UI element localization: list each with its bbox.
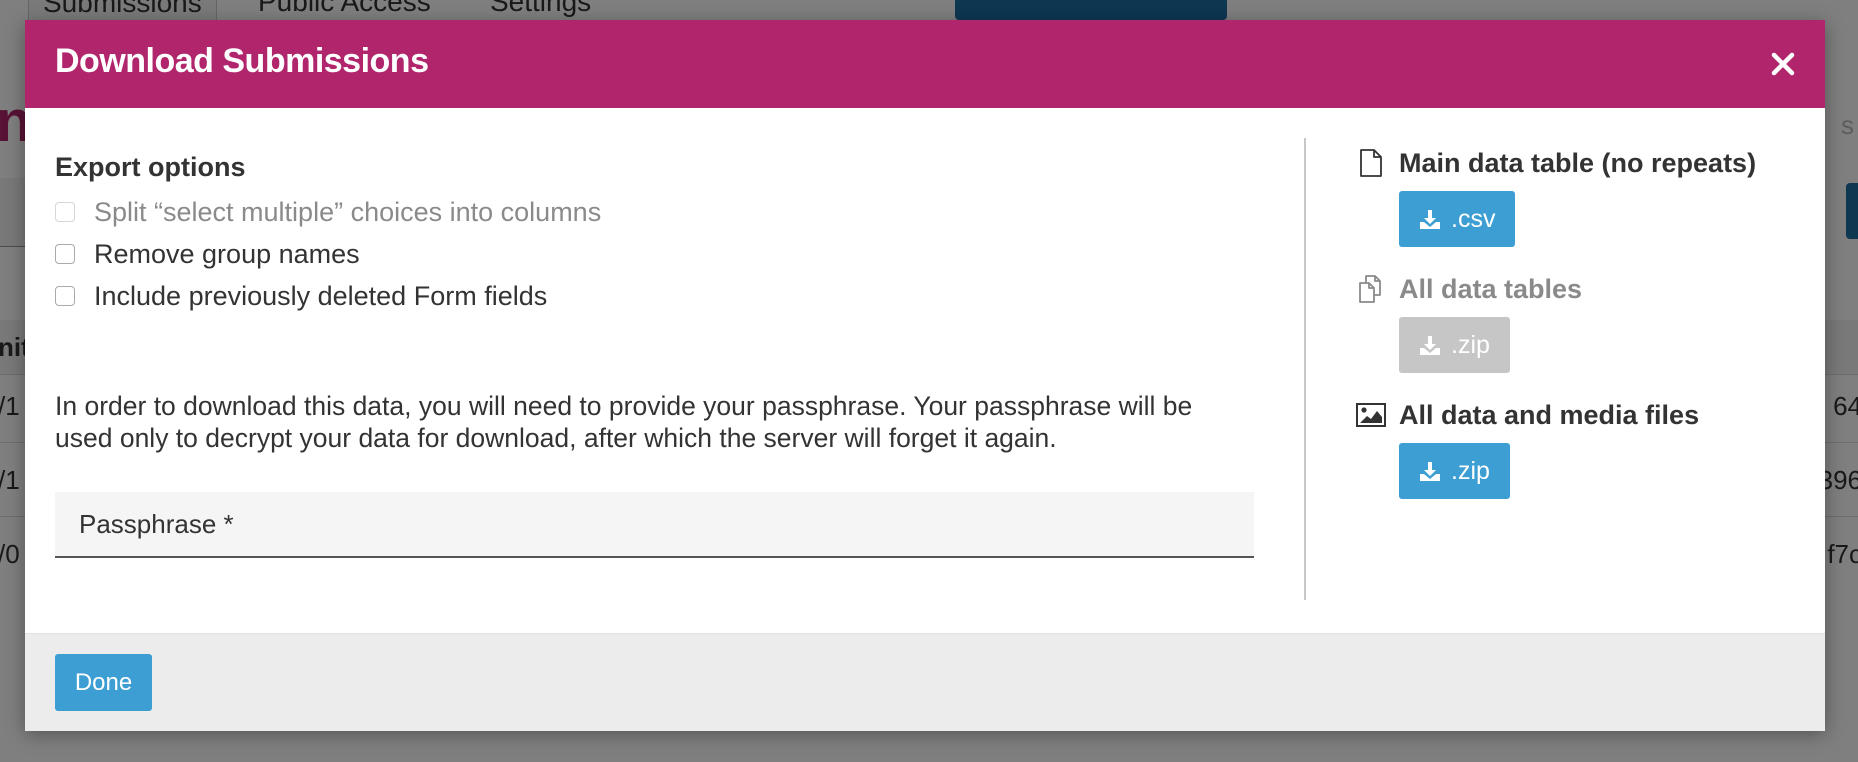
- split-select-multiple-option[interactable]: Split “select multiple” choices into col…: [55, 195, 601, 229]
- passphrase-info-text: In order to download this data, you will…: [55, 391, 1193, 453]
- download-media-zip-label: .zip: [1451, 456, 1490, 485]
- include-deleted-fields-checkbox[interactable]: [55, 286, 75, 306]
- export-options-heading: Export options: [55, 152, 246, 182]
- modal-footer: Done: [25, 633, 1825, 731]
- download-submissions-modal: Download Submissions Export options Spli…: [25, 20, 1825, 731]
- include-deleted-fields-label: Include previously deleted Form fields: [94, 280, 548, 311]
- all-data-tables-option: All data tables .zip: [1355, 269, 1582, 373]
- download-csv-label: .csv: [1451, 204, 1496, 233]
- modal-body: Export options Split “select multiple” c…: [25, 108, 1825, 653]
- all-data-media-option: All data and media files .zip: [1355, 395, 1699, 499]
- download-csv-button[interactable]: .csv: [1399, 191, 1516, 247]
- image-icon: [1356, 403, 1386, 427]
- close-button[interactable]: [1769, 50, 1797, 78]
- download-media-zip-button[interactable]: .zip: [1399, 443, 1510, 499]
- main-data-table-title: Main data table (no repeats): [1399, 147, 1757, 178]
- remove-group-names-checkbox[interactable]: [55, 244, 75, 264]
- modal-title: Download Submissions: [55, 42, 429, 80]
- passphrase-input[interactable]: [55, 492, 1254, 558]
- modal-header: Download Submissions: [25, 20, 1825, 108]
- download-tables-zip-button[interactable]: .zip: [1399, 317, 1510, 373]
- split-select-multiple-label: Split “select multiple” choices into col…: [94, 196, 602, 227]
- download-icon: [1420, 210, 1440, 229]
- vertical-divider: [1304, 138, 1306, 600]
- files-icon: [1359, 275, 1381, 303]
- remove-group-names-option[interactable]: Remove group names: [55, 237, 360, 271]
- download-icon: [1420, 336, 1440, 355]
- close-icon: [1771, 52, 1795, 76]
- main-data-table-option: Main data table (no repeats) .csv: [1355, 143, 1756, 247]
- split-select-multiple-checkbox[interactable]: [55, 202, 75, 222]
- remove-group-names-label: Remove group names: [94, 238, 360, 269]
- done-button[interactable]: Done: [55, 654, 152, 711]
- file-icon: [1360, 149, 1382, 177]
- all-data-tables-title: All data tables: [1399, 273, 1583, 304]
- include-deleted-fields-option[interactable]: Include previously deleted Form fields: [55, 279, 547, 313]
- download-icon: [1420, 462, 1440, 481]
- all-data-media-title: All data and media files: [1399, 399, 1700, 430]
- download-tables-zip-label: .zip: [1451, 330, 1490, 359]
